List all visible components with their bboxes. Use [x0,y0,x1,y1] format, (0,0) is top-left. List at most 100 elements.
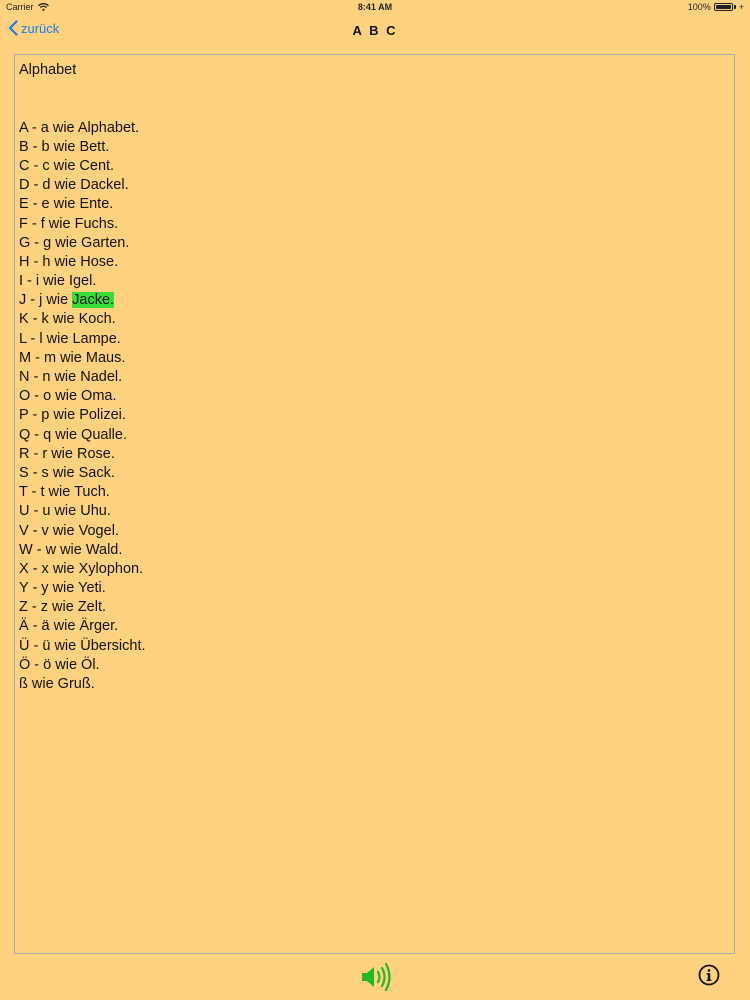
line-word: Garten. [81,234,130,251]
alphabet-line: K - k wie Koch. [19,310,730,329]
alphabet-line: J - j wie Jacke. [19,291,730,310]
battery-percent: 100% [687,2,711,12]
alphabet-line: M - m wie Maus. [19,349,730,368]
alphabet-line: X - x wie Xylophon. [19,560,730,579]
charging-icon: + [738,2,744,12]
bottom-toolbar [0,955,750,1000]
line-word: Alphabet. [77,119,140,136]
line-prefix: Y - y wie [19,580,79,597]
alphabet-line: V - v wie Vogel. [19,522,730,541]
line-prefix: Ü - ü wie [19,637,81,654]
line-prefix: Ä - ä wie [19,618,80,635]
line-word: Maus. [85,349,126,366]
line-prefix: S - s wie [19,464,79,481]
status-right: 100% + [688,2,744,12]
alphabet-line: W - w wie Wald. [19,541,730,560]
alphabet-line: F - f wie Fuchs. [19,215,730,234]
line-word: Ente. [79,196,114,213]
status-time: 8:41 AM [357,2,393,12]
line-prefix: U - u wie [19,503,81,520]
alphabet-line: ß wie Gruß. [19,675,730,694]
line-word: Ärger. [79,618,119,635]
alphabet-line: D - d wie Dackel. [19,176,730,195]
line-prefix: L - l wie [19,330,73,347]
line-prefix: J - j wie [19,292,73,309]
alphabet-line: O - o wie Oma. [19,387,730,406]
line-prefix: I - i wie [19,273,69,290]
line-word: Cent. [79,157,115,174]
line-prefix: R - r wie [19,445,77,462]
line-prefix: Q - q wie [19,426,82,443]
alphabet-line: R - r wie Rose. [19,445,730,464]
line-word: Uhu. [80,503,111,520]
line-prefix: A - a wie [19,119,78,136]
line-word: Fuchs. [74,215,119,232]
alphabet-line: Z - z wie Zelt. [19,598,730,617]
line-prefix: H - h wie [19,253,81,270]
line-word: Xylophon. [78,560,144,577]
line-word: Rose. [77,445,115,462]
alphabet-line: P - p wie Polizei. [19,406,730,425]
alphabet-line: S - s wie Sack. [19,464,730,483]
line-prefix: D - d wie [19,177,81,194]
alphabet-line: Y - y wie Yeti. [19,579,730,598]
alphabet-line: Ä - ä wie Ärger. [19,617,730,636]
alphabet-line: Q - q wie Qualle. [19,426,730,445]
line-prefix: Ö - ö wie [19,656,82,673]
alphabet-list: A - a wie Alphabet. B - b wie Bett. C - c … [19,119,730,695]
navigation-bar: zurück A B C [0,16,750,46]
line-prefix: C - c wie [19,157,80,174]
page-title: A B C [352,23,398,38]
speaker-button[interactable] [360,962,392,992]
line-prefix: E - e wie [19,196,80,213]
line-word: Yeti. [78,580,106,597]
alphabet-line: Ö - ö wie Öl. [19,656,730,675]
line-word: Lampe. [72,330,121,347]
alphabet-line: G - g wie Garten. [19,234,730,253]
speaker-icon [362,962,391,992]
alphabet-line: E - e wie Ente. [19,195,730,214]
line-word: Dackel. [80,177,129,194]
status-bar: Carrier 8:41 AM 100% + [0,0,750,16]
line-prefix: N - n wie [19,369,81,386]
line-prefix: W - w wie [19,541,86,558]
battery-icon [713,3,733,11]
line-word: Hose. [80,253,119,270]
line-prefix: Z - z wie [19,599,78,616]
alphabet-line: C - c wie Cent. [19,157,730,176]
line-word: Igel. [68,273,97,290]
line-word: Gruß. [57,676,95,693]
line-word: Qualle. [81,426,127,443]
line-word: Oma. [81,388,117,405]
battery-cap [733,5,736,9]
alphabet-line: H - h wie Hose. [19,253,730,272]
alphabet-line: Ü - ü wie Übersicht. [19,637,730,656]
alphabet-line: N - n wie Nadel. [19,368,730,387]
line-prefix: P - p wie [19,407,80,424]
line-prefix: V - v wie [19,522,79,539]
alphabet-line: T - t wie Tuch. [19,483,730,502]
alphabet-line: L - l wie Lampe. [19,330,730,349]
line-word: Nadel. [80,369,123,386]
line-prefix: B - b wie [19,138,80,155]
info-icon [698,964,720,986]
line-word: Öl. [81,656,100,673]
line-prefix: O - o wie [19,388,82,405]
line-word: Bett. [79,138,110,155]
text-view[interactable]: Alphabet A - a wie Alphabet. B - b wie Be… [14,54,735,954]
line-prefix: K - k wie [19,311,79,328]
line-prefix: M - m wie [19,349,86,366]
highlighted-word: Jacke. [72,292,115,309]
line-prefix: T - t wie [19,484,75,501]
line-prefix: G - g wie [19,234,82,251]
alphabet-line: B - b wie Bett. [19,138,730,157]
alphabet-line: I - i wie Igel. [19,272,730,291]
line-word: Koch. [78,311,116,328]
info-button[interactable] [698,964,720,986]
line-word: Übersicht. [80,637,146,654]
line-prefix: ß wie [19,676,58,693]
line-word: Polizei. [79,407,126,424]
line-word: Vogel. [78,522,119,539]
line-prefix: F - f wie [19,215,75,232]
alphabet-line: U - u wie Uhu. [19,502,730,521]
